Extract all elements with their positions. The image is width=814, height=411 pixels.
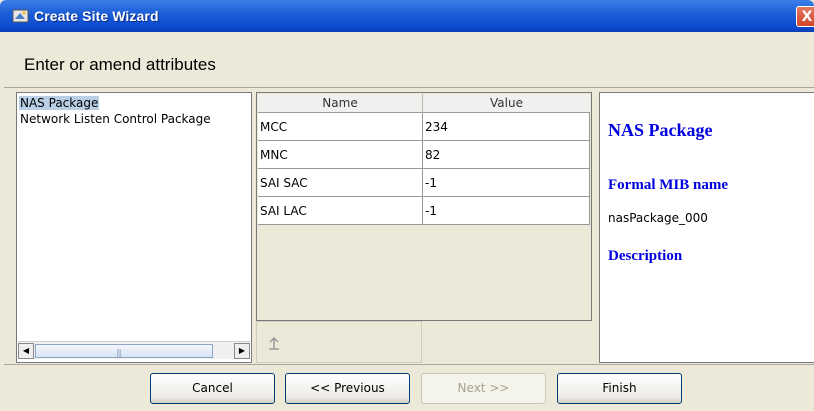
formal-mib-value: nasPackage_000 (608, 211, 708, 225)
close-button[interactable]: X (796, 6, 814, 27)
scroll-grip-icon: ||| (116, 348, 122, 357)
description-label: Description (608, 248, 683, 264)
previous-button[interactable]: << Previous (285, 373, 410, 404)
cell-value[interactable]: 234 (423, 113, 590, 141)
formal-mib-label: Formal MIB name (608, 177, 728, 193)
arrow-up-icon (265, 335, 283, 353)
wizard-window: Create Site Wizard X Enter or amend attr… (0, 0, 814, 411)
description-panel: NAS Package Formal MIB name nasPackage_0… (599, 92, 814, 363)
table-row[interactable]: MNC 82 (258, 141, 590, 169)
wizard-icon (12, 8, 29, 24)
column-header-value[interactable]: Value (423, 94, 590, 113)
cell-value[interactable]: -1 (423, 169, 590, 197)
scroll-left-button[interactable]: ◀ (18, 343, 34, 359)
cell-name: MNC (258, 141, 423, 169)
description-title: NAS Package (608, 120, 713, 140)
cell-name: SAI SAC (258, 169, 423, 197)
move-up-button[interactable] (256, 321, 422, 363)
table-header: Name Value (258, 94, 590, 113)
package-tree[interactable]: NAS Package Network Listen Control Packa… (16, 92, 252, 363)
finish-button[interactable]: Finish (557, 373, 682, 404)
scroll-thumb[interactable]: ||| (35, 344, 213, 358)
table-row[interactable]: SAI SAC -1 (258, 169, 590, 197)
wizard-header: Enter or amend attributes (4, 32, 814, 88)
page-title: Enter or amend attributes (24, 55, 216, 74)
tree-item-nas-package[interactable]: NAS Package (19, 96, 100, 110)
button-bar: Cancel << Previous Next >> Finish (4, 364, 814, 411)
cell-value[interactable]: 82 (423, 141, 590, 169)
arrow-right-icon: ▶ (238, 346, 246, 355)
attribute-table[interactable]: Name Value MCC 234 MNC 82 SAI SAC -1 SAI… (256, 92, 592, 321)
window-title: Create Site Wizard (34, 8, 159, 24)
title-bar[interactable]: Create Site Wizard X (0, 0, 814, 32)
table-row[interactable]: MCC 234 (258, 113, 590, 141)
close-icon: X (801, 8, 813, 25)
tree-item-network-listen-control-package[interactable]: Network Listen Control Package (19, 112, 212, 126)
attribute-table-panel: Name Value MCC 234 MNC 82 SAI SAC -1 SAI… (256, 92, 592, 363)
table-row[interactable]: SAI LAC -1 (258, 197, 590, 225)
scroll-right-button[interactable]: ▶ (234, 343, 250, 359)
cell-value[interactable]: -1 (423, 197, 590, 225)
content-area: NAS Package Network Listen Control Packa… (4, 89, 814, 364)
cell-name: MCC (258, 113, 423, 141)
cell-name: SAI LAC (258, 197, 423, 225)
arrow-left-icon: ◀ (22, 346, 30, 355)
column-header-name[interactable]: Name (258, 94, 423, 113)
horizontal-scrollbar[interactable]: ◀ ||| ▶ (18, 341, 250, 359)
next-button[interactable]: Next >> (421, 373, 546, 404)
cancel-button[interactable]: Cancel (150, 373, 275, 404)
